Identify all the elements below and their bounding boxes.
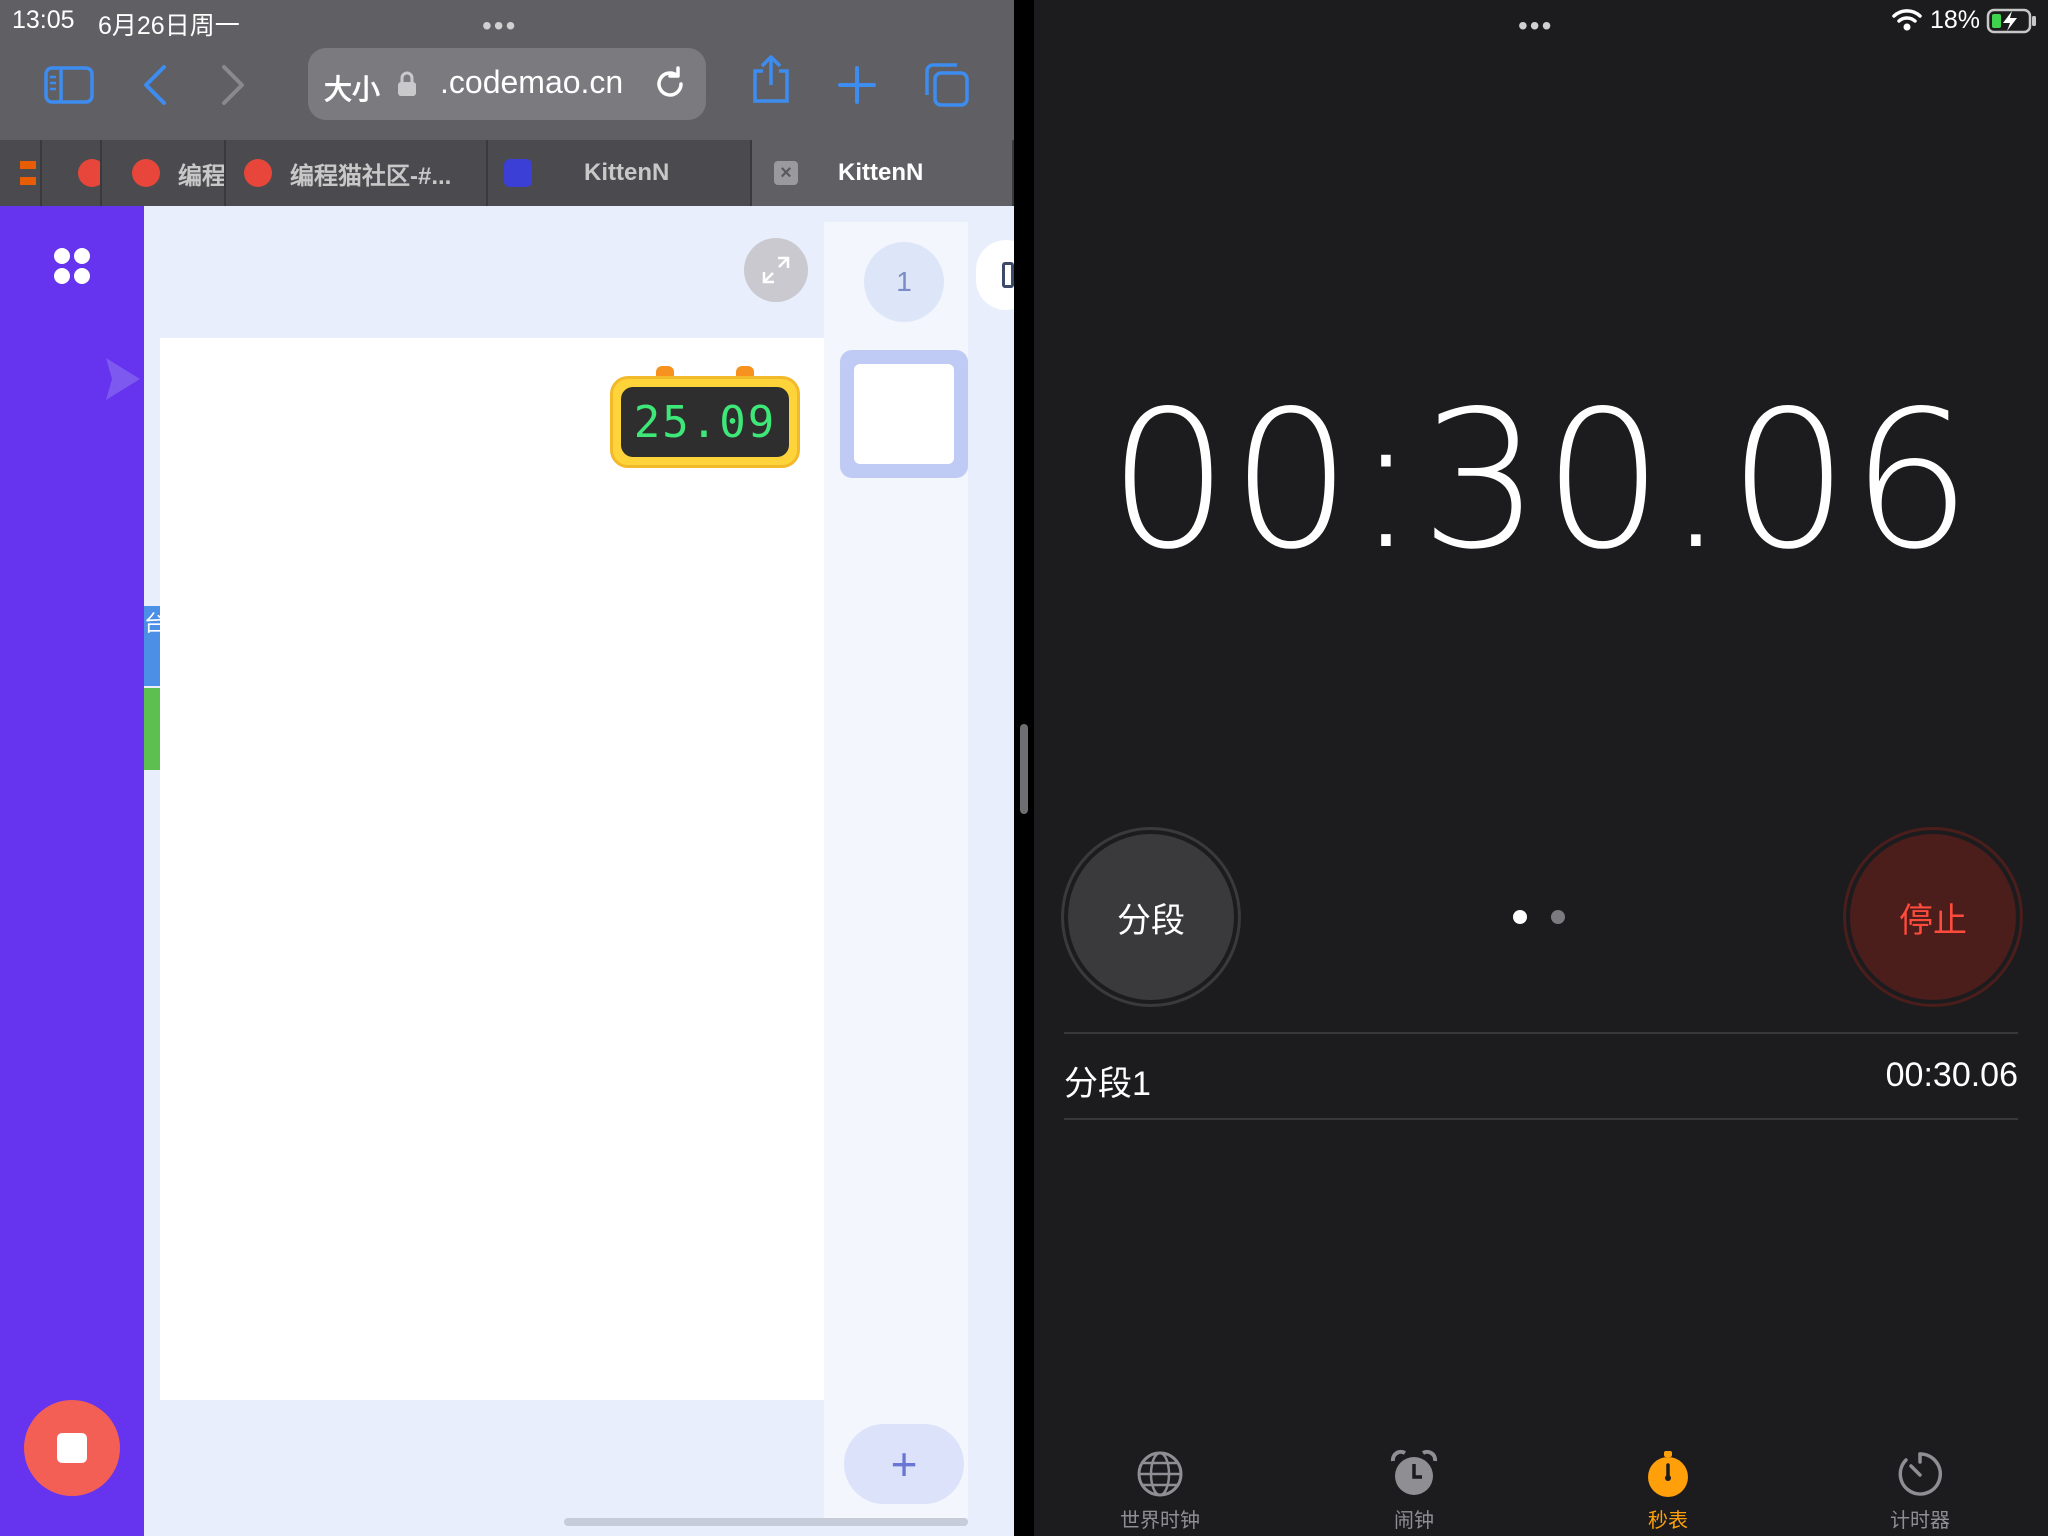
tab-item-active[interactable]: × KittenN xyxy=(752,140,1014,206)
codemao-favicon-icon xyxy=(78,159,100,187)
tab-bar: 编程 编程猫社区-#... KittenN × KittenN xyxy=(0,140,1014,206)
stage-header xyxy=(160,222,824,338)
reload-icon[interactable] xyxy=(652,66,688,107)
scroll-indicator[interactable] xyxy=(564,1518,968,1526)
tab-alarm[interactable]: 闹钟 xyxy=(1334,1448,1494,1533)
edge-panel-button[interactable] xyxy=(976,240,1014,310)
codemao-favicon-icon xyxy=(132,159,160,187)
stop-icon xyxy=(57,1433,87,1463)
tab-item[interactable]: 编程猫社区-#... xyxy=(226,140,488,206)
safari-window: 13:05 6月26日周一 ••• 大小 .codemao.cn 编程 编程猫社… xyxy=(0,0,1014,1536)
timer-display: 25.09 xyxy=(621,387,789,457)
tab-world-clock[interactable]: 世界时钟 xyxy=(1080,1448,1240,1533)
timer-value: 25.09 xyxy=(633,396,777,448)
apps-grid-icon[interactable] xyxy=(52,246,92,291)
battery-percent: 18% xyxy=(1930,6,1981,34)
lock-icon xyxy=(396,70,418,103)
tab-item[interactable] xyxy=(0,140,42,206)
tab-item[interactable]: 编程 xyxy=(102,140,226,206)
scene-number[interactable]: 1 xyxy=(864,242,944,322)
wifi-icon xyxy=(1892,8,1922,37)
expand-icon xyxy=(762,256,790,284)
tabs-overview-icon[interactable] xyxy=(920,58,974,112)
kitten-favicon-icon xyxy=(504,159,532,187)
stage-canvas[interactable] xyxy=(160,338,824,1400)
address-bar[interactable]: 大小 .codemao.cn xyxy=(308,48,706,120)
stopwatch-display: 00:30.06 xyxy=(1108,370,1974,591)
site-favicon-icon xyxy=(20,161,36,185)
lap-divider xyxy=(1064,1032,2018,1034)
alarm-clock-icon xyxy=(1388,1448,1440,1500)
code-block[interactable] xyxy=(144,688,160,770)
close-tab-icon[interactable]: × xyxy=(774,161,798,185)
timer-sprite[interactable]: 25.09 xyxy=(610,366,800,468)
split-view-divider[interactable] xyxy=(1014,0,1034,1536)
lap-divider xyxy=(1064,1118,2018,1120)
page-dot[interactable] xyxy=(1551,910,1565,924)
thumbnail-preview xyxy=(854,364,954,464)
editor-sidebar: 台 xyxy=(0,206,160,1536)
clock-app: ••• 18% 00:30.06 分段 停止 分段1 00:30.06 世界时钟… xyxy=(1034,0,2048,1536)
page-dot-active[interactable] xyxy=(1513,910,1527,924)
divider-handle[interactable] xyxy=(1020,724,1028,814)
globe-icon xyxy=(1134,1448,1186,1500)
codemao-favicon-icon xyxy=(244,159,272,187)
new-tab-icon[interactable] xyxy=(830,58,884,112)
sidebar-toggle-icon[interactable] xyxy=(42,58,96,112)
tab-item[interactable] xyxy=(42,140,102,206)
timer-body: 25.09 xyxy=(610,376,800,468)
lap-button[interactable]: 分段 xyxy=(1068,834,1234,1000)
url-text[interactable]: .codemao.cn xyxy=(440,64,623,101)
tab-stopwatch[interactable]: 秒表 xyxy=(1588,1448,1748,1533)
page-settings-button[interactable]: 大小 xyxy=(324,68,380,108)
back-icon[interactable] xyxy=(128,58,182,112)
tab-item[interactable]: KittenN xyxy=(488,140,752,206)
share-icon[interactable] xyxy=(744,52,798,106)
collapse-arrow-icon[interactable] xyxy=(100,354,144,409)
forward-icon[interactable] xyxy=(206,58,260,112)
multitask-dots-icon[interactable]: ••• xyxy=(482,10,517,42)
status-date: 6月26日周一 xyxy=(98,12,240,40)
fullscreen-button[interactable] xyxy=(744,238,808,302)
battery-charging-icon xyxy=(1986,8,2038,39)
safari-toolbar: 13:05 6月26日周一 ••• 大小 .codemao.cn xyxy=(0,0,1014,140)
scene-list: 1 + xyxy=(824,222,968,1518)
panel-icon xyxy=(1002,262,1014,288)
lap-name: 分段1 xyxy=(1064,1065,1151,1103)
lap-time: 00:30.06 xyxy=(1885,1056,2018,1094)
tab-timer[interactable]: 计时器 xyxy=(1840,1448,2000,1533)
multitask-dots-icon[interactable]: ••• xyxy=(1518,10,1553,42)
timer-icon xyxy=(1894,1448,1946,1500)
code-block[interactable]: 台 xyxy=(144,606,160,686)
add-scene-button[interactable]: + xyxy=(844,1424,964,1504)
stop-button[interactable]: 停止 xyxy=(1850,834,2016,1000)
scene-thumbnail[interactable] xyxy=(840,350,968,478)
status-time: 13:05 xyxy=(12,6,75,34)
stopwatch-icon xyxy=(1642,1448,1694,1500)
stop-run-button[interactable] xyxy=(24,1400,120,1496)
